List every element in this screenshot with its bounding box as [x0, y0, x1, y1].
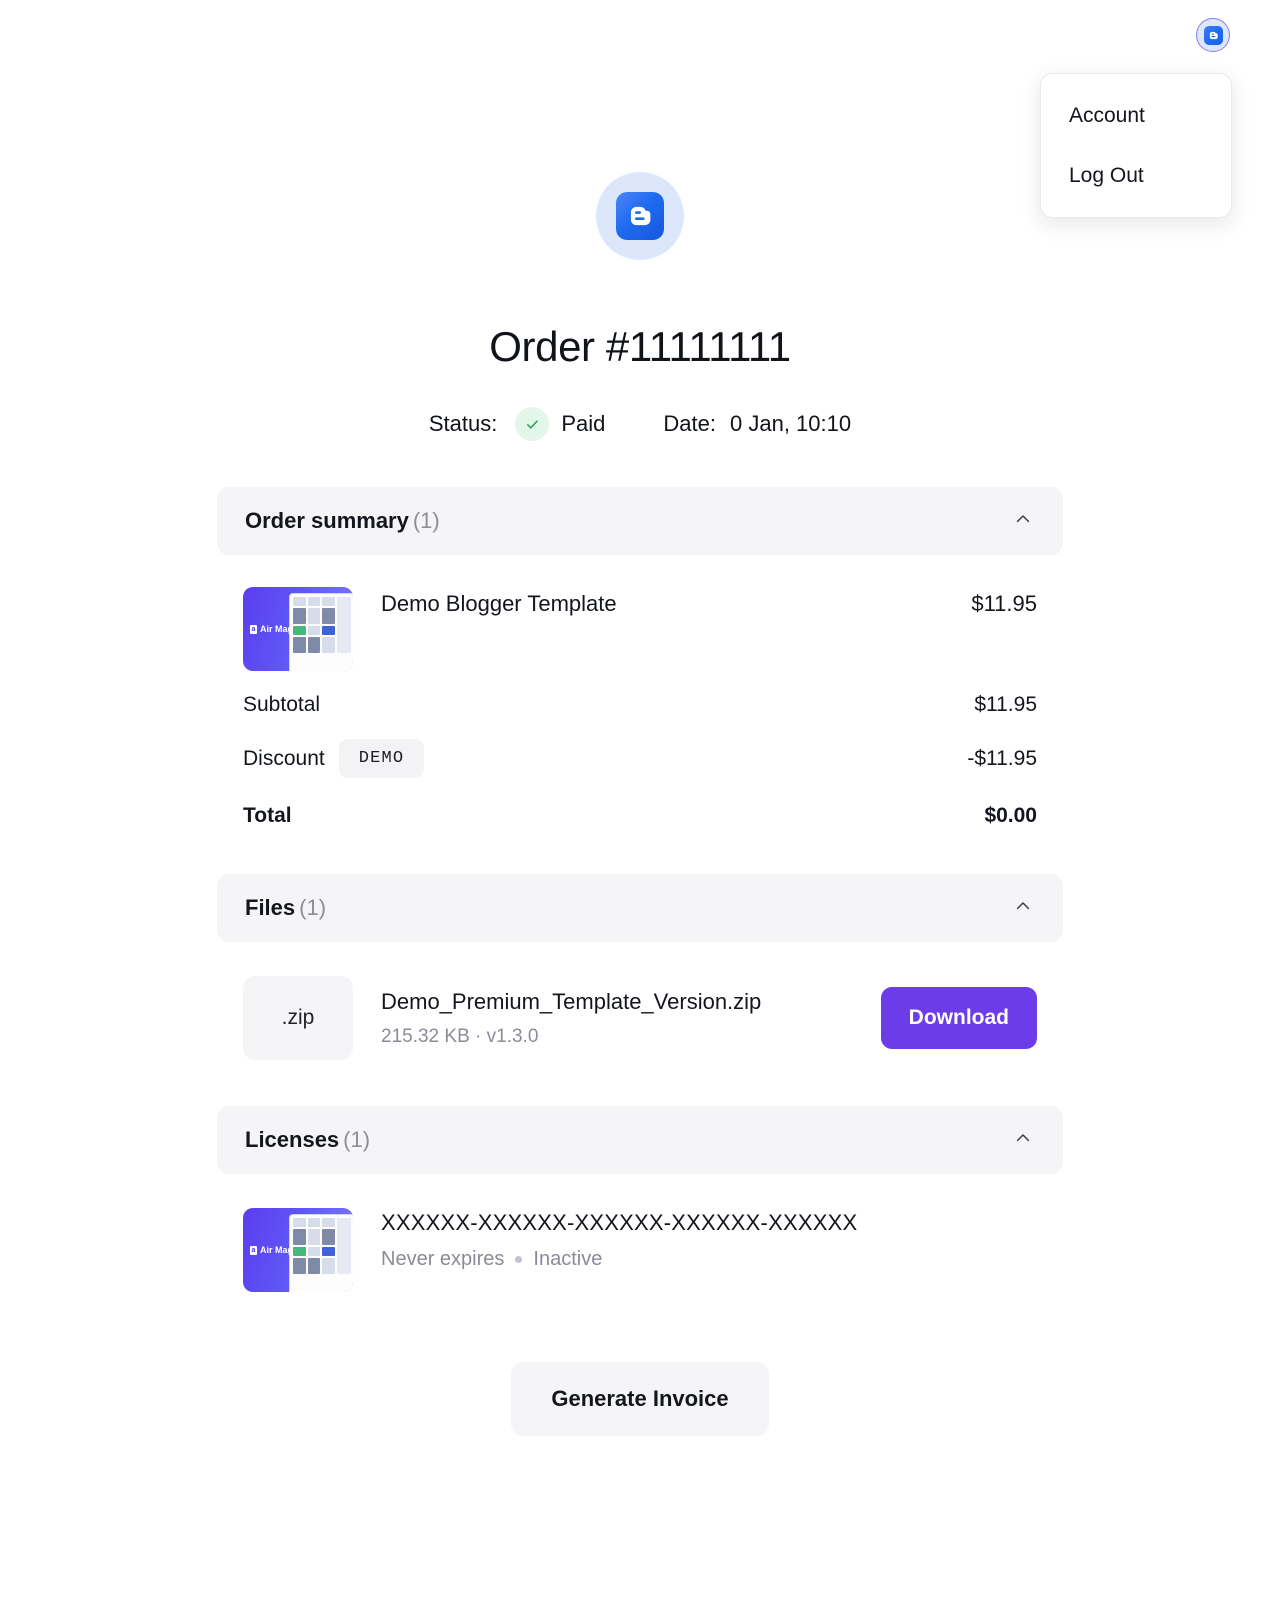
date-value: 0 Jan, 10:10 [730, 411, 852, 436]
file-name: Demo_Premium_Template_Version.zip [381, 989, 762, 1015]
product-thumbnail: a Air Mag [243, 587, 353, 671]
thumbnail-screenshot [289, 593, 353, 671]
order-line-item: a Air Mag Demo Blogger Template $11.95 [243, 555, 1037, 671]
thumbnail-brand: a Air Mag [250, 1245, 293, 1255]
thumbnail-brand: a Air Mag [250, 624, 293, 634]
order-meta: Status: Paid Date: 0 Jan, 10:10 [217, 407, 1063, 441]
date-label: Date: [663, 411, 716, 436]
order-details-page: Account Log Out Order #11111111 Status: [0, 0, 1280, 1600]
thumbnail-brand-text: Air Mag [260, 1245, 294, 1255]
product-name: Demo Blogger Template [381, 591, 617, 616]
subtotal-label: Subtotal [243, 693, 321, 716]
status-label: Status: [428, 411, 498, 436]
discount-code-chip: DEMO [338, 739, 425, 778]
thumbnail-badge: a [250, 1245, 257, 1255]
total-row: Total $0.00 [243, 778, 1037, 828]
account-avatar-button[interactable] [1196, 18, 1230, 52]
chevron-up-icon[interactable] [1013, 896, 1033, 921]
check-icon [515, 407, 550, 441]
menu-item-log-out[interactable]: Log Out [1041, 156, 1231, 195]
file-item: .zip Demo_Premium_Template_Version.zip 2… [217, 942, 1063, 1060]
chevron-up-icon[interactable] [1013, 509, 1033, 534]
brand-logo [596, 172, 684, 260]
chevron-up-icon[interactable] [1013, 1128, 1033, 1153]
licenses-label: Licenses [245, 1127, 340, 1152]
separator-dot-icon [515, 1256, 523, 1263]
total-label: Total [243, 804, 292, 827]
files-label: Files [245, 895, 296, 920]
license-thumbnail: a Air Mag [243, 1208, 353, 1292]
page-footer: Generate Invoice [217, 1292, 1063, 1436]
license-key[interactable]: XXXXXX-XXXXXX-XXXXXX-XXXXXX-XXXXXX [381, 1210, 1037, 1236]
license-expiry: Never expires [381, 1248, 505, 1270]
section-header-files[interactable]: Files (1) [217, 874, 1063, 942]
subtotal-value: $11.95 [974, 693, 1037, 716]
blogger-avatar-icon [1203, 25, 1223, 45]
licenses-title: Licenses (1) [245, 1127, 370, 1153]
section-header-licenses[interactable]: Licenses (1) [217, 1106, 1063, 1174]
files-title: Files (1) [245, 895, 326, 921]
discount-value: -$11.95 [967, 746, 1037, 770]
discount-row: Discount DEMO -$11.95 [243, 717, 1037, 778]
file-extension-badge: .zip [243, 976, 353, 1060]
menu-item-account[interactable]: Account [1041, 96, 1231, 135]
top-bar: Account Log Out [1020, 0, 1280, 219]
account-dropdown-menu: Account Log Out [1040, 73, 1232, 219]
section-header-order-summary[interactable]: Order summary (1) [217, 487, 1063, 555]
license-item: a Air Mag XXXXXX-XXXXXX-XXXXXX-XXXXXX-XX… [217, 1174, 1063, 1292]
generate-invoice-button[interactable]: Generate Invoice [511, 1362, 769, 1436]
licenses-count: (1) [343, 1127, 371, 1152]
product-price: $11.95 [971, 591, 1037, 616]
order-summary-label: Order summary [245, 508, 409, 533]
license-info: XXXXXX-XXXXXX-XXXXXX-XXXXXX-XXXXXX Never… [353, 1208, 1037, 1271]
status-value: Paid [561, 411, 606, 436]
discount-label: Discount [243, 746, 325, 770]
status-badge: Paid [515, 407, 605, 441]
thumbnail-brand-text: Air Mag [260, 624, 294, 634]
file-meta: 215.32 KB · v1.3.0 [381, 1025, 539, 1047]
blogger-logo-icon [616, 192, 664, 240]
download-button[interactable]: Download [880, 987, 1037, 1049]
order-summary-count: (1) [412, 508, 440, 533]
license-meta: Never expires Inactive [381, 1248, 1037, 1271]
order-summary-title: Order summary (1) [245, 508, 440, 534]
subtotal-row: Subtotal $11.95 [243, 671, 1037, 717]
thumbnail-screenshot [289, 1214, 353, 1292]
files-count: (1) [299, 895, 327, 920]
license-state: Inactive [533, 1248, 603, 1270]
total-value: $0.00 [984, 804, 1037, 827]
order-totals: Subtotal $11.95 Discount DEMO -$11.95 To… [243, 671, 1037, 828]
file-info: Demo_Premium_Template_Version.zip 215.32… [353, 988, 881, 1048]
thumbnail-badge: a [250, 624, 257, 634]
main-content: Order #11111111 Status: Paid Date: 0 Jan… [217, 0, 1063, 1436]
page-title: Order #11111111 [489, 323, 791, 370]
order-summary-body: a Air Mag Demo Blogger Template $11.95 S… [217, 555, 1063, 828]
